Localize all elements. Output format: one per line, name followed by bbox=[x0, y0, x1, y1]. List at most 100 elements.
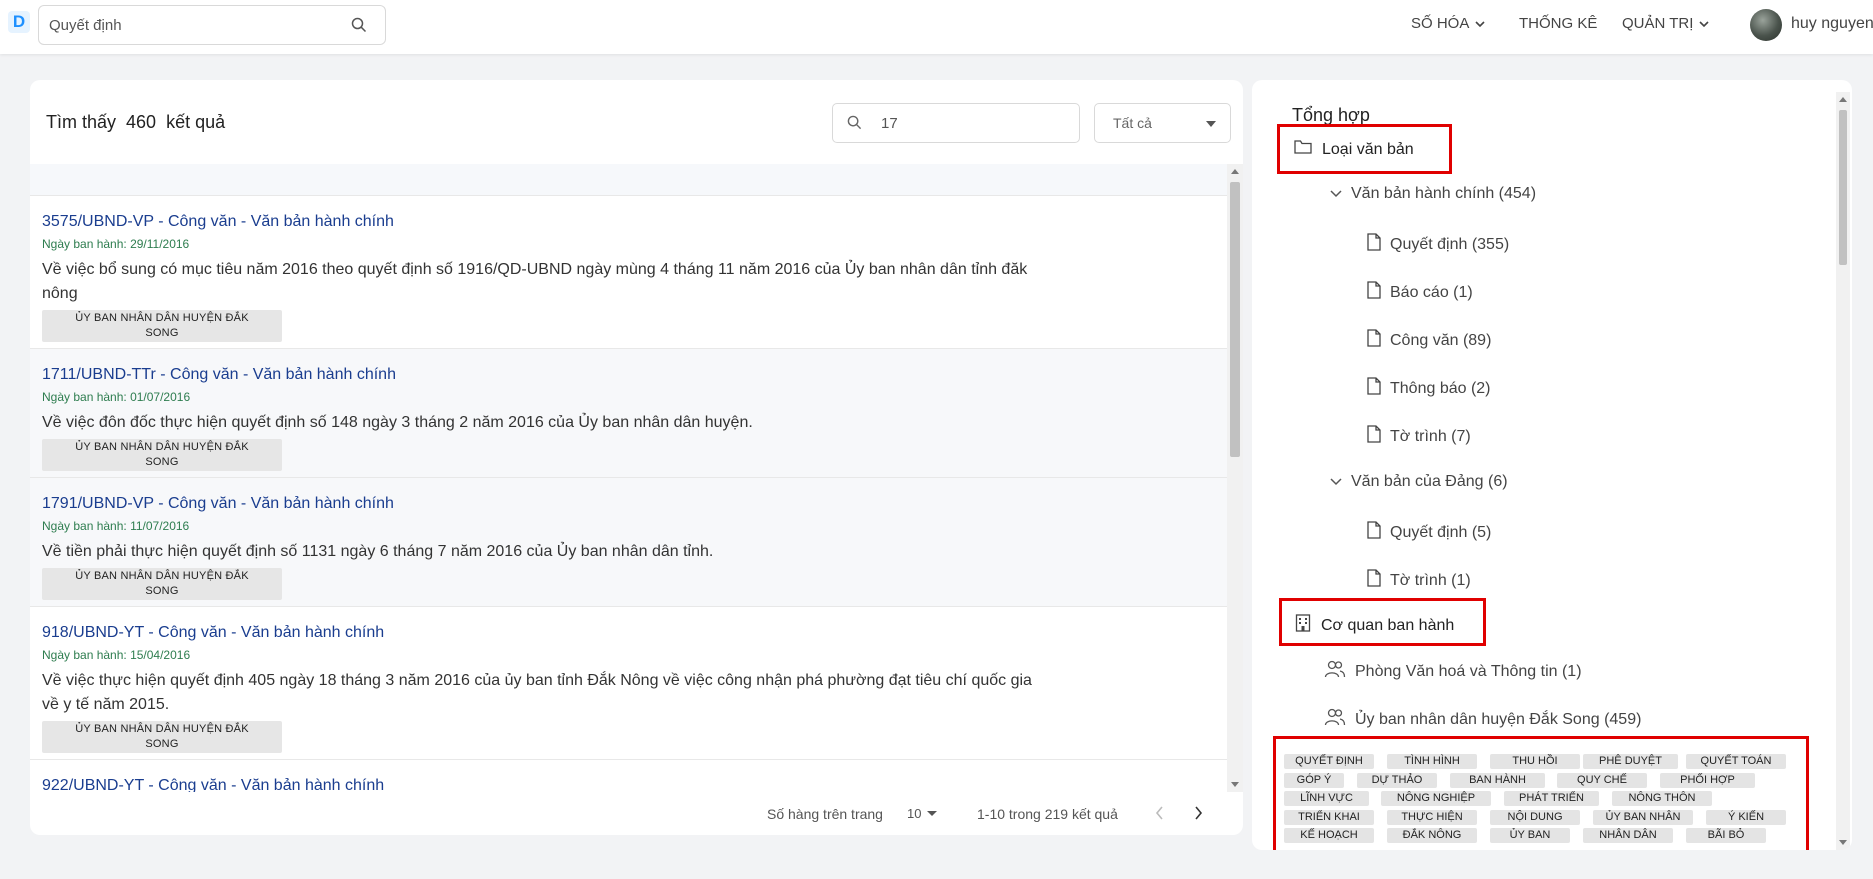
keyword-tag[interactable]: BAN HÀNH bbox=[1450, 773, 1545, 788]
scroll-down-arrow-icon[interactable] bbox=[1839, 840, 1847, 845]
keyword-tag[interactable]: ĐẮK NÔNG bbox=[1387, 828, 1477, 843]
doc-type-label: Loại văn bản bbox=[1322, 140, 1414, 158]
keyword-tag[interactable]: NÔNG NGHIỆP bbox=[1381, 791, 1491, 806]
file-icon bbox=[1367, 425, 1381, 448]
summary-scrollbar[interactable] bbox=[1836, 92, 1850, 850]
keyword-tag[interactable]: TRIỂN KHAI bbox=[1284, 810, 1374, 825]
nav-quan-tri[interactable]: QUẢN TRỊ bbox=[1622, 15, 1709, 32]
users-icon bbox=[1324, 708, 1346, 731]
tree-item-label: Báo cáo (1) bbox=[1390, 283, 1473, 301]
results-list: 3575/UBND-VP - Công văn - Văn bản hành c… bbox=[30, 164, 1227, 792]
tree-item-label: Quyết định (5) bbox=[1390, 523, 1492, 541]
tree-group-party[interactable]: Văn bản của Đảng (6) bbox=[1330, 473, 1508, 491]
tree-item-label: Tờ trình (7) bbox=[1390, 427, 1471, 445]
keyword-tag[interactable]: NÔNG THÔN bbox=[1612, 791, 1712, 806]
keyword-tag[interactable]: THU HỒI bbox=[1490, 754, 1580, 769]
results-scrollbar[interactable] bbox=[1227, 164, 1243, 792]
list-item[interactable]: 918/UBND-YT - Công văn - Văn bản hành ch… bbox=[30, 607, 1227, 760]
doc-summary: Về việc bổ sung có mục tiêu năm 2016 the… bbox=[42, 261, 1028, 302]
scrollbar-thumb[interactable] bbox=[1230, 182, 1240, 457]
keyword-tag[interactable]: Ý KIẾN bbox=[1706, 810, 1786, 825]
rows-per-page-label: Số hàng trên trang bbox=[767, 806, 883, 822]
nav-thong-ke[interactable]: THỐNG KÊ bbox=[1519, 15, 1597, 32]
search-icon bbox=[847, 115, 862, 133]
chevron-down-icon bbox=[1330, 185, 1342, 203]
result-filter-input[interactable] bbox=[881, 113, 1061, 133]
tree-item-admin-quyet-dinh[interactable]: Quyết định (355) bbox=[1367, 233, 1509, 256]
rows-per-page-select[interactable]: 10 bbox=[907, 806, 938, 821]
tree-group-admin[interactable]: Văn bản hành chính (454) bbox=[1330, 185, 1536, 203]
scroll-up-arrow-icon[interactable] bbox=[1839, 97, 1847, 102]
keyword-tag[interactable]: ỦY BAN NHÂN bbox=[1593, 810, 1693, 825]
file-icon bbox=[1367, 281, 1381, 304]
prev-page-icon[interactable] bbox=[1155, 804, 1164, 825]
list-item[interactable]: 1711/UBND-TTr - Công văn - Văn bản hành … bbox=[30, 349, 1227, 478]
doc-date: Ngày ban hành: 11/07/2016 bbox=[42, 519, 190, 533]
keyword-tag[interactable]: LĨNH VỰC bbox=[1284, 791, 1369, 806]
pagination-bar: Số hàng trên trang 10 1-10 trong 219 kết… bbox=[30, 792, 1243, 835]
list-header bbox=[30, 164, 1227, 196]
file-icon bbox=[1367, 377, 1381, 400]
global-search-input[interactable] bbox=[49, 14, 339, 36]
chevron-down-icon bbox=[1330, 473, 1342, 491]
nav-so-hoa[interactable]: SỐ HÓA bbox=[1411, 15, 1485, 32]
doc-title-link[interactable]: 1711/UBND-TTr - Công văn - Văn bản hành … bbox=[42, 365, 1215, 385]
tree-item-admin-cong-van[interactable]: Công văn (89) bbox=[1367, 329, 1491, 352]
doc-type-section-header[interactable]: Loại văn bản bbox=[1294, 139, 1414, 160]
agency-item-phong-van-hoa[interactable]: Phòng Văn hoá và Thông tin (1) bbox=[1324, 660, 1582, 683]
tree-item-label: Công văn (89) bbox=[1390, 331, 1492, 349]
doc-title-link[interactable]: 918/UBND-YT - Công văn - Văn bản hành ch… bbox=[42, 623, 1215, 643]
keyword-tag[interactable]: PHỐI HỢP bbox=[1660, 773, 1755, 788]
tree-item-admin-thong-bao[interactable]: Thông báo (2) bbox=[1367, 377, 1491, 400]
keyword-tag[interactable]: BÃI BỎ bbox=[1686, 828, 1766, 843]
agency-item-ubnd-dak-song[interactable]: Ủy ban nhân dân huyện Đắk Song (459) bbox=[1324, 708, 1641, 731]
nav-thong-ke-label: THỐNG KÊ bbox=[1519, 15, 1598, 32]
result-type-select[interactable]: Tất cả bbox=[1094, 103, 1231, 143]
summary-title: Tổng hợp bbox=[1292, 105, 1370, 125]
tree-item-admin-to-trinh[interactable]: Tờ trình (7) bbox=[1367, 425, 1471, 448]
doc-title-link[interactable]: 3575/UBND-VP - Công văn - Văn bản hành c… bbox=[42, 212, 1215, 232]
tree-item-label: Quyết định (355) bbox=[1390, 235, 1510, 253]
keyword-tag[interactable]: ỦY BAN bbox=[1490, 828, 1570, 843]
doc-title-link[interactable]: 1791/UBND-VP - Công văn - Văn bản hành c… bbox=[42, 494, 1215, 514]
summary-panel: Tổng hợp Loại văn bản Văn bản hành chính… bbox=[1252, 80, 1852, 850]
keyword-tag[interactable]: NỘI DUNG bbox=[1490, 810, 1580, 825]
users-icon bbox=[1324, 660, 1346, 683]
list-item[interactable]: 1791/UBND-VP - Công văn - Văn bản hành c… bbox=[30, 478, 1227, 607]
agency-section-header[interactable]: Cơ quan ban hành bbox=[1295, 614, 1454, 637]
tree-item-admin-bao-cao[interactable]: Báo cáo (1) bbox=[1367, 281, 1473, 304]
next-page-icon[interactable] bbox=[1194, 804, 1203, 825]
scroll-down-arrow-icon[interactable] bbox=[1231, 782, 1239, 787]
scroll-up-arrow-icon[interactable] bbox=[1231, 169, 1239, 174]
list-item[interactable]: 3575/UBND-VP - Công văn - Văn bản hành c… bbox=[30, 196, 1227, 349]
tree-item-party-quyet-dinh[interactable]: Quyết định (5) bbox=[1367, 521, 1491, 544]
doc-summary: Về việc đôn đốc thực hiện quyết định số … bbox=[42, 414, 753, 431]
doc-agency-badge: ỦY BAN NHÂN DÂN HUYỆN ĐẮK SONG bbox=[42, 721, 282, 753]
keyword-tag[interactable]: NHÂN DÂN bbox=[1583, 828, 1673, 843]
top-navbar: D SỐ HÓA THỐNG KÊ QUẢN TRỊ huy nguyen bbox=[0, 0, 1873, 54]
search-icon[interactable] bbox=[351, 17, 367, 36]
keyword-tag[interactable]: DỰ THẢO bbox=[1357, 773, 1437, 788]
keyword-tag[interactable]: QUYẾT ĐỊNH bbox=[1284, 754, 1374, 769]
app-logo[interactable]: D bbox=[8, 11, 30, 33]
keyword-tag[interactable]: QUY CHẾ bbox=[1557, 773, 1647, 788]
list-item[interactable]: 922/UBND-YT - Công văn - Văn bản hành ch… bbox=[30, 760, 1227, 792]
doc-title-link[interactable]: 922/UBND-YT - Công văn - Văn bản hành ch… bbox=[42, 776, 1215, 792]
global-search-box[interactable] bbox=[38, 5, 386, 45]
keyword-tag[interactable]: TÌNH HÌNH bbox=[1387, 754, 1477, 769]
file-icon bbox=[1367, 521, 1381, 544]
user-name[interactable]: huy nguyen bbox=[1791, 15, 1873, 33]
keyword-tag[interactable]: THỰC HIỆN bbox=[1387, 810, 1477, 825]
keyword-tag[interactable]: GÓP Ý bbox=[1284, 773, 1344, 788]
keyword-tag[interactable]: QUYẾT TOÁN bbox=[1686, 754, 1786, 769]
file-icon bbox=[1367, 569, 1381, 592]
result-filter-box[interactable] bbox=[832, 103, 1080, 143]
keyword-tag[interactable]: PHÁT TRIỂN bbox=[1504, 791, 1599, 806]
keyword-tag[interactable]: PHÊ DUYỆT bbox=[1583, 754, 1678, 769]
keyword-tag[interactable]: KẾ HOẠCH bbox=[1284, 828, 1374, 843]
tree-item-party-to-trinh[interactable]: Tờ trình (1) bbox=[1367, 569, 1471, 592]
scrollbar-thumb[interactable] bbox=[1839, 110, 1847, 265]
user-avatar[interactable] bbox=[1750, 9, 1782, 41]
tree-item-label: Tờ trình (1) bbox=[1390, 571, 1471, 589]
doc-date: Ngày ban hành: 29/11/2016 bbox=[42, 237, 190, 251]
